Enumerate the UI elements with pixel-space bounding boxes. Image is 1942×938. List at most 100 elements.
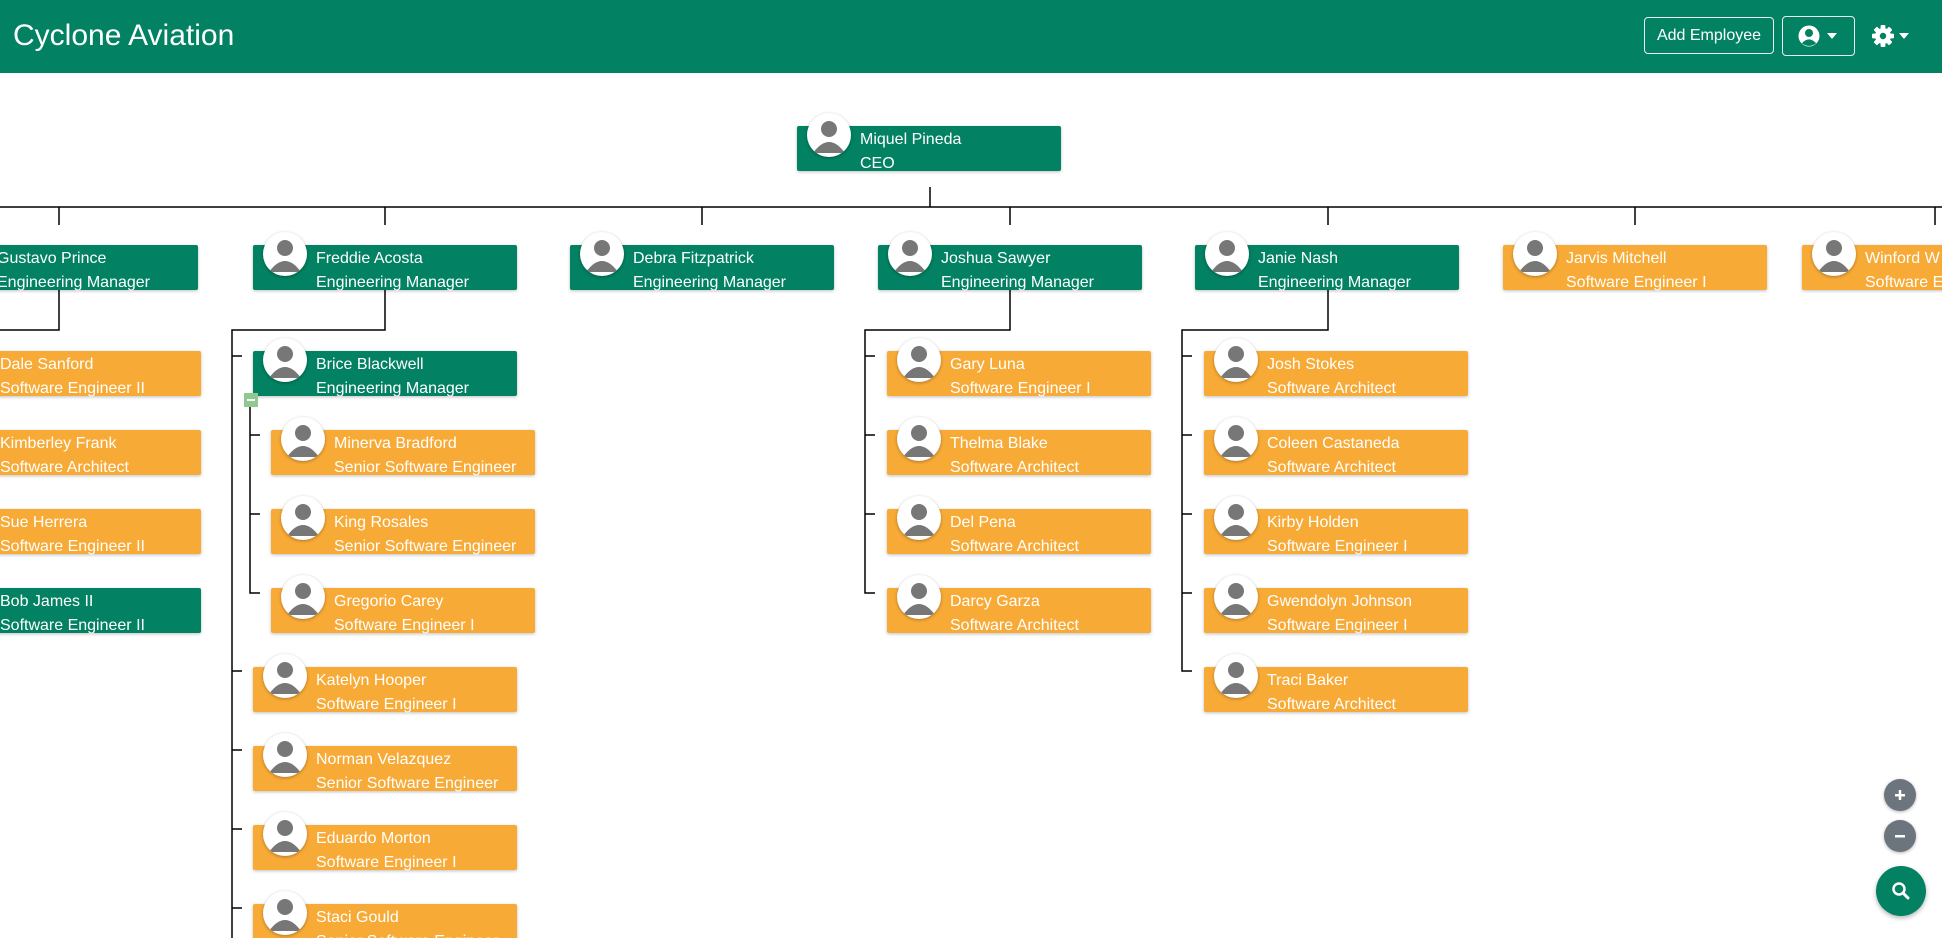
employee-name: Gregorio Carey: [334, 593, 444, 610]
employee-name: Del Pena: [950, 514, 1016, 531]
employee-node[interactable]: Minerva Bradford Senior Software Engineer: [271, 417, 535, 476]
employee-name: Dale Sanford: [0, 356, 94, 373]
employee-title: Software Architect: [1267, 380, 1396, 397]
employee-title: Software Engineer I: [1566, 274, 1707, 291]
employee-title: Software Engineer I: [1267, 538, 1408, 555]
employee-node[interactable]: Katelyn Hooper Software Engineer I: [253, 654, 517, 713]
employee-node[interactable]: Staci Gould Senior Software Engineer: [253, 891, 517, 938]
avatar: [263, 733, 307, 777]
employee-node[interactable]: Bob James II Software Engineer II: [0, 588, 201, 634]
employee-node[interactable]: Dale Sanford Software Engineer II: [0, 351, 201, 397]
employee-title: Engineering Manager: [941, 274, 1094, 291]
employee-node[interactable]: Janie Nash Engineering Manager: [1195, 232, 1459, 291]
org-chart-canvas[interactable]: Miquel Pineda CEO Gustavo Prince Engineerin…: [0, 73, 1942, 938]
avatar: [281, 496, 325, 540]
employee-name: Darcy Garza: [950, 593, 1040, 610]
avatar: [1205, 232, 1249, 276]
avatar: [897, 417, 941, 461]
employee-node[interactable]: Coleen Castaneda Software Architect: [1204, 417, 1468, 476]
collapse-toggle-brice[interactable]: [244, 393, 258, 407]
employee-node[interactable]: Kimberley Frank Software Architect: [0, 430, 201, 476]
avatar: [1812, 232, 1856, 276]
employee-name: Josh Stokes: [1267, 356, 1355, 373]
employee-name: Eduardo Morton: [316, 830, 431, 847]
employee-name: Gwendolyn Johnson: [1267, 593, 1412, 610]
employee-title: Engineering Manager: [316, 274, 469, 291]
employee-title: Engineering Manager: [1258, 274, 1411, 291]
employee-name: Kimberley Frank: [0, 435, 117, 452]
employee-node[interactable]: Gwendolyn Johnson Software Engineer I: [1204, 575, 1468, 634]
employee-node[interactable]: Gary Luna Software Engineer I: [887, 338, 1151, 397]
employee-title: Software Engineer II: [0, 538, 145, 555]
employee-node[interactable]: Thelma Blake Software Architect: [887, 417, 1151, 476]
employee-title: Senior Software Engineer: [316, 775, 499, 792]
employee-title: Engineering Manager: [633, 274, 786, 291]
settings-menu-button[interactable]: [1866, 16, 1918, 56]
employee-title: Software Engineer I: [316, 854, 457, 871]
user-menu-button[interactable]: [1782, 16, 1855, 56]
employee-node[interactable]: Norman Velazquez Senior Software Engineer: [253, 733, 517, 792]
employee-name: Freddie Acosta: [316, 250, 423, 267]
add-employee-button[interactable]: Add Employee: [1644, 17, 1774, 54]
employee-name: Kirby Holden: [1267, 514, 1359, 531]
chevron-down-icon: [1899, 33, 1909, 39]
employee-name: Gary Luna: [950, 356, 1025, 373]
zoom-out-button[interactable]: [1884, 820, 1916, 852]
employee-name: Gustavo Prince: [0, 250, 107, 267]
zoom-in-button[interactable]: [1884, 779, 1916, 811]
employee-name: Staci Gould: [316, 909, 399, 926]
avatar: [263, 891, 307, 935]
employee-node[interactable]: Jarvis Mitchell Software Engineer I: [1503, 232, 1767, 291]
employee-node[interactable]: Darcy Garza Software Architect: [887, 575, 1151, 634]
employee-title: Software Engineer I: [316, 696, 457, 713]
avatar: [263, 338, 307, 382]
employee-node[interactable]: Traci Baker Software Architect: [1204, 654, 1468, 713]
avatar: [897, 338, 941, 382]
employee-title: Engineering Manager: [0, 274, 150, 291]
employee-name: Bob James II: [0, 593, 94, 610]
user-circle-icon: [1798, 25, 1837, 47]
search-button[interactable]: [1876, 866, 1926, 916]
ceo-node[interactable]: Miquel Pineda CEO: [797, 113, 1061, 172]
employee-title: Software Engineer II: [0, 617, 145, 634]
employee-node[interactable]: Sue Herrera Software Engineer II: [0, 509, 201, 555]
employee-title: Software Architect: [950, 617, 1079, 634]
app-header: Cyclone Aviation Add Employee: [0, 0, 1942, 73]
avatar: [263, 232, 307, 276]
employee-title: Software E: [1865, 274, 1942, 291]
employee-node[interactable]: Debra Fitzpatrick Engineering Manager: [570, 232, 834, 291]
employee-title: Senior Software Engineer: [334, 459, 517, 476]
avatar: [1214, 654, 1258, 698]
avatar: [888, 232, 932, 276]
employee-node[interactable]: Joshua Sawyer Engineering Manager: [878, 232, 1142, 291]
app-title: Cyclone Aviation: [13, 19, 235, 52]
employee-node[interactable]: Del Pena Software Architect: [887, 496, 1151, 555]
employee-title: Software Engineer I: [334, 617, 475, 634]
avatar: [1513, 232, 1557, 276]
chevron-down-icon: [1827, 33, 1837, 39]
employee-title: Software Engineer II: [0, 380, 145, 397]
avatar: [263, 812, 307, 856]
employee-name: Minerva Bradford: [334, 435, 457, 452]
employee-title: Software Architect: [950, 459, 1079, 476]
employee-node[interactable]: King Rosales Senior Software Engineer: [271, 496, 535, 555]
avatar: [1214, 496, 1258, 540]
employee-title: Software Architect: [1267, 459, 1396, 476]
employee-node[interactable]: Brice Blackwell Engineering Manager: [253, 338, 517, 397]
employee-node[interactable]: Winford W Software E: [1802, 232, 1942, 291]
employee-title: Engineering Manager: [316, 380, 469, 397]
employee-node[interactable]: Kirby Holden Software Engineer I: [1204, 496, 1468, 555]
avatar: [807, 113, 851, 157]
employee-node[interactable]: Gregorio Carey Software Engineer I: [271, 575, 535, 634]
employee-node[interactable]: Freddie Acosta Engineering Manager: [253, 232, 517, 291]
employee-title: Software Engineer I: [950, 380, 1091, 397]
employee-node[interactable]: Gustavo Prince Engineering Manager: [0, 245, 198, 291]
avatar: [1214, 417, 1258, 461]
employee-name: Sue Herrera: [0, 514, 88, 531]
minus-icon: [1895, 835, 1905, 838]
employee-name: Coleen Castaneda: [1267, 435, 1400, 452]
employee-node[interactable]: Eduardo Morton Software Engineer I: [253, 812, 517, 871]
gear-icon: [1872, 25, 1909, 47]
employee-node[interactable]: Josh Stokes Software Architect: [1204, 338, 1468, 397]
avatar: [1214, 338, 1258, 382]
